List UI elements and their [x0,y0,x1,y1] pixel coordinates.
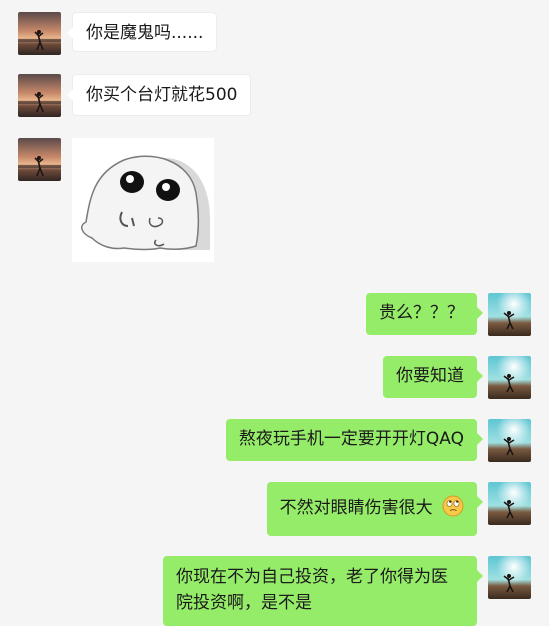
message-bubble[interactable]: 熬夜玩手机一定要开开灯QAQ [225,419,484,461]
message-text: 你是魔鬼吗...... [86,23,204,43]
message-text: 熬夜玩手机一定要开开灯QAQ [238,429,464,449]
message-bubble[interactable]: 你要知道 [383,356,483,398]
message-text: 贵么？？？ [379,303,464,323]
self-avatar[interactable] [488,293,531,336]
message-bubble[interactable]: 不然对眼睛伤害很大 [266,482,484,536]
message-bubble[interactable]: 你现在不为自己投资，老了你得为医院投资啊，是不是 [163,556,483,626]
contact-avatar[interactable] [18,12,61,55]
message-text: 不然对眼睛伤害很大 [279,498,433,518]
crying-ghost-sticker[interactable] [72,138,214,262]
eye-roll-emoji-icon [442,495,464,517]
contact-avatar[interactable] [18,138,61,181]
message-bubble[interactable]: 你买个台灯就花500 [66,74,252,116]
self-avatar[interactable] [488,419,531,462]
message-text: 你要知道 [396,366,464,386]
contact-avatar[interactable] [18,74,61,117]
self-avatar[interactable] [488,356,531,399]
self-avatar[interactable] [488,482,531,525]
message-text: 你买个台灯就花500 [86,85,238,105]
message-text: 你现在不为自己投资，老了你得为医院投资啊，是不是 [176,567,448,613]
message-bubble[interactable]: 贵么？？？ [366,293,483,335]
message-bubble[interactable]: 你是魔鬼吗...... [66,12,218,52]
self-avatar[interactable] [488,556,531,599]
